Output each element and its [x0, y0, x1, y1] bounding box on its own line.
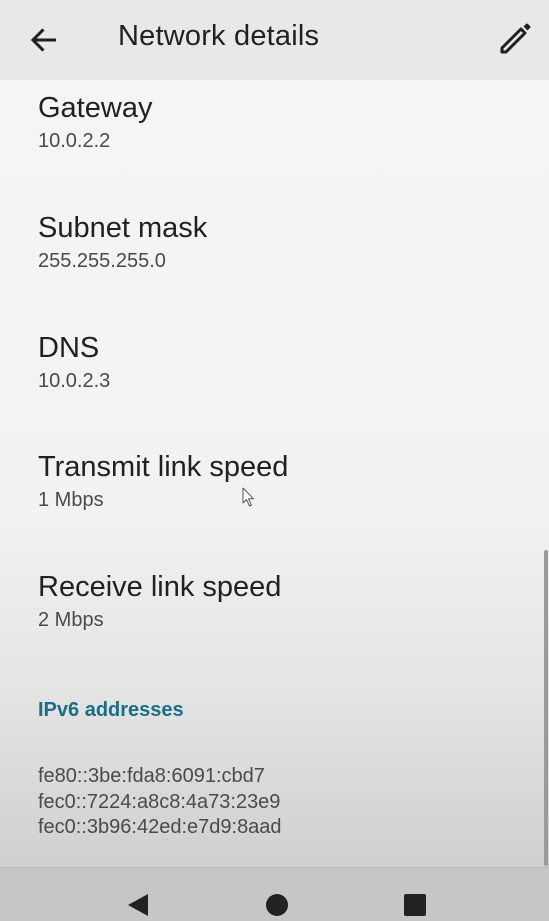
detail-label: Transmit link speed [38, 451, 289, 483]
nav-home-button[interactable] [264, 892, 290, 918]
ipv6-address: fe80::3be:fda8:6091:cbd7 [38, 765, 265, 787]
back-button[interactable] [22, 18, 66, 62]
detail-item-gateway: Gateway 10.0.2.2 [38, 90, 152, 154]
detail-label: Subnet mask [38, 212, 208, 244]
detail-value: 10.0.2.2 [38, 130, 111, 152]
mouse-cursor-icon [242, 487, 254, 507]
page-title: Network details [118, 20, 320, 52]
network-details-screen: Network details Gateway 10.0.2.2 Subnet … [0, 0, 549, 921]
arrow-left-icon [30, 28, 56, 52]
details-list: Gateway 10.0.2.2 Subnet mask 255.255.255… [0, 80, 549, 867]
scrollbar[interactable] [544, 550, 548, 866]
circle-home-icon [266, 894, 288, 916]
detail-label: DNS [38, 332, 100, 364]
ipv6-address: fec0::3b96:42ed:e7d9:8aad [38, 816, 282, 838]
triangle-back-icon [128, 894, 148, 916]
pencil-icon [500, 23, 531, 54]
detail-label: Receive link speed [38, 571, 282, 603]
app-bar: Network details [0, 0, 549, 80]
system-navigation-bar [0, 867, 549, 921]
detail-item-dns: DNS 10.0.2.3 [38, 330, 110, 394]
detail-label: Gateway [38, 92, 153, 124]
square-recents-icon [404, 894, 426, 916]
detail-value: 255.255.255.0 [38, 250, 166, 272]
nav-back-button[interactable] [125, 892, 151, 918]
edit-button[interactable] [494, 16, 538, 60]
detail-item-subnet-mask: Subnet mask 255.255.255.0 [38, 210, 207, 274]
ipv6-address-list: fe80::3be:fda8:6091:cbd7 fec0::7224:a8c8… [38, 764, 282, 841]
detail-value: 2 Mbps [38, 609, 104, 631]
ipv6-address: fec0::7224:a8c8:4a73:23e9 [38, 790, 281, 813]
detail-value: 10.0.2.3 [38, 370, 111, 392]
detail-item-receive-link-speed: Receive link speed 2 Mbps [38, 569, 281, 633]
ipv6-section-header: IPv6 addresses [38, 699, 184, 721]
nav-recents-button[interactable] [402, 892, 428, 918]
